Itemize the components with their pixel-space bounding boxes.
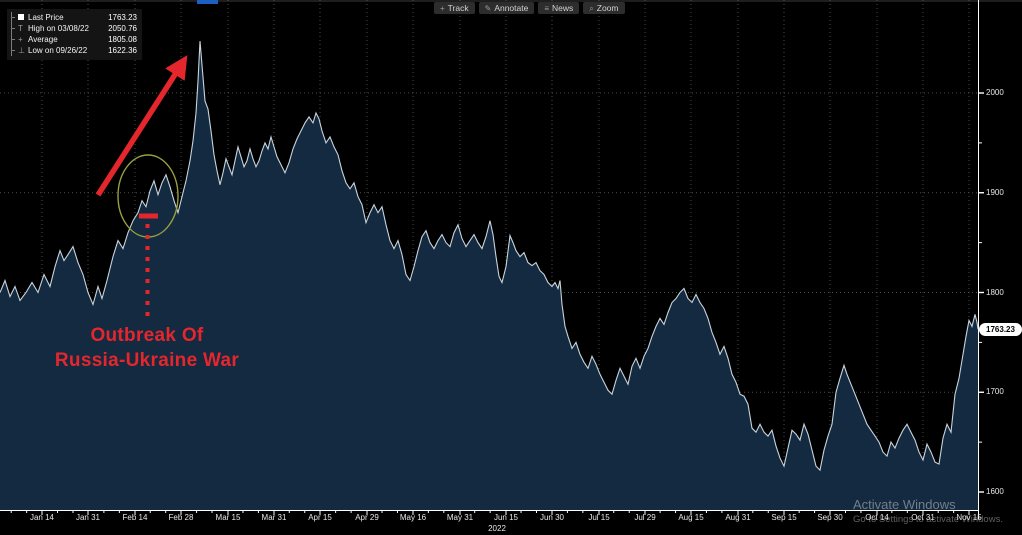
low-tick-icon: ⊥ xyxy=(18,47,28,55)
lines-icon: ≡ xyxy=(544,3,549,14)
zoom-button-label: Zoom xyxy=(597,3,619,14)
news-button[interactable]: ≡ News xyxy=(538,2,579,14)
legend-row-last-price[interactable]: Last Price 1763.23 xyxy=(11,12,137,23)
pencil-icon: ✎ xyxy=(485,3,492,14)
last-price-square-icon xyxy=(18,14,28,22)
legend-tree-connector xyxy=(11,23,18,34)
x-tick-label: Aug 15 xyxy=(669,513,713,522)
x-tick-label: Jan 14 xyxy=(20,513,64,522)
average-cross-icon: + xyxy=(18,36,28,44)
x-tick-label: Jul 15 xyxy=(577,513,621,522)
x-tick-label: Oct 14 xyxy=(855,513,899,522)
x-tick-label: Mar 31 xyxy=(252,513,296,522)
x-tick-label: Jun 15 xyxy=(484,513,528,522)
x-tick-label: May 31 xyxy=(438,513,482,522)
x-tick-label: Jun 30 xyxy=(530,513,574,522)
x-tick-label: Jan 31 xyxy=(66,513,110,522)
legend-row-average[interactable]: + Average 1805.08 xyxy=(11,34,137,45)
news-button-label: News xyxy=(552,3,573,14)
track-button[interactable]: + Track xyxy=(434,2,475,14)
x-tick-label: Apr 29 xyxy=(345,513,389,522)
price-area-chart[interactable] xyxy=(0,0,1022,535)
legend-row-low[interactable]: ⊥ Low on 09/26/22 1622.36 xyxy=(11,45,137,56)
x-tick-label: Oct 31 xyxy=(901,513,945,522)
last-price-badge: 1763.23 xyxy=(979,323,1022,336)
legend-value: 1763.23 xyxy=(108,13,137,22)
legend-label: Average xyxy=(28,35,58,44)
chart-legend: Last Price 1763.23 T High on 03/08/22 20… xyxy=(7,9,142,60)
plus-icon: + xyxy=(440,3,445,14)
magnifier-icon: ⌕ xyxy=(589,3,593,14)
legend-label: High on 03/08/22 xyxy=(28,24,89,33)
legend-tree-connector xyxy=(11,12,18,23)
track-button-label: Track xyxy=(448,3,469,14)
x-tick-label: Nov 15 xyxy=(947,513,991,522)
x-tick-label: Sep 30 xyxy=(808,513,852,522)
y-tick-label: 1600 xyxy=(986,487,1004,496)
x-tick-label: Jul 29 xyxy=(623,513,667,522)
legend-value: 1622.36 xyxy=(108,46,137,55)
annotation-text-line1: Outbreak Of xyxy=(90,325,203,347)
y-tick-label: 1700 xyxy=(986,387,1004,396)
annotate-button-label: Annotate xyxy=(494,3,528,14)
price-series xyxy=(0,41,978,510)
x-tick-label: Mar 15 xyxy=(206,513,250,522)
y-tick-label: 1800 xyxy=(986,288,1004,297)
red-arrow xyxy=(98,62,183,195)
x-tick-label: Sep 15 xyxy=(762,513,806,522)
legend-tree-connector xyxy=(11,34,18,45)
bloomberg-chart-window: Last Price 1763.23 T High on 03/08/22 20… xyxy=(0,0,1022,535)
legend-value: 2050.76 xyxy=(108,24,137,33)
x-tick-label: May 16 xyxy=(391,513,435,522)
y-tick-label: 2000 xyxy=(986,88,1004,97)
x-tick-label: Apr 15 xyxy=(298,513,342,522)
legend-value: 1805.08 xyxy=(108,35,137,44)
annotation-text-line2: Russia-Ukraine War xyxy=(55,350,239,372)
y-tick-label: 1900 xyxy=(986,188,1004,197)
zoom-button[interactable]: ⌕ Zoom xyxy=(583,2,624,14)
annotate-button[interactable]: ✎ Annotate xyxy=(479,2,535,14)
x-tick-label: Aug 31 xyxy=(716,513,760,522)
year-label: 2022 xyxy=(475,524,519,533)
x-tick-label: Feb 14 xyxy=(113,513,157,522)
legend-tree-connector xyxy=(11,45,18,56)
high-tick-icon: T xyxy=(18,25,28,33)
legend-label: Low on 09/26/22 xyxy=(28,46,87,55)
chart-toolbar: + Track ✎ Annotate ≡ News ⌕ Zoom xyxy=(434,2,625,14)
legend-label: Last Price xyxy=(28,13,64,22)
legend-row-high[interactable]: T High on 03/08/22 2050.76 xyxy=(11,23,137,34)
x-tick-label: Feb 28 xyxy=(159,513,203,522)
